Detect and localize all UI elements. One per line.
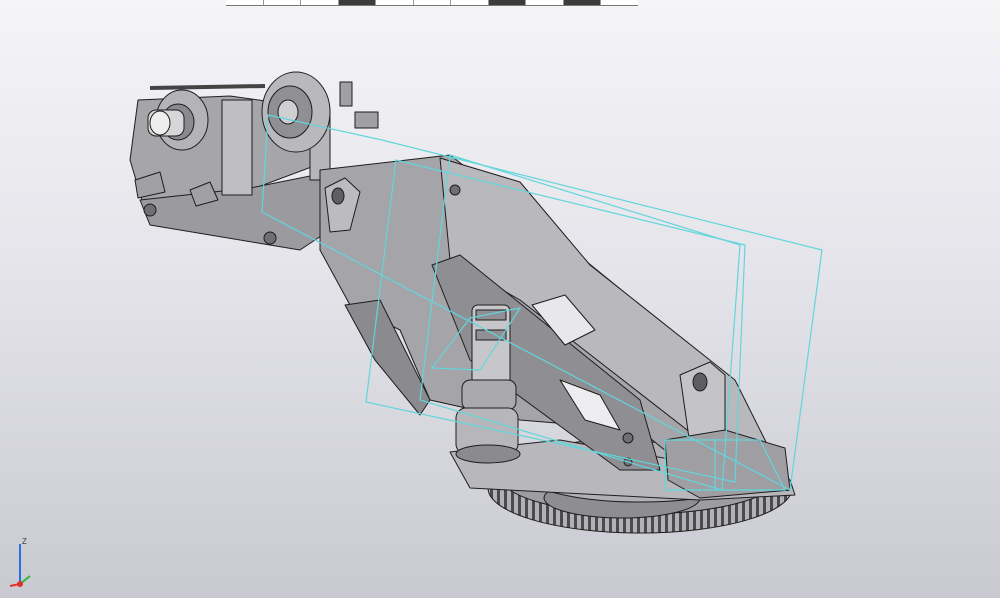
axis-origin-icon bbox=[17, 581, 23, 587]
crane-model[interactable] bbox=[129, 71, 796, 534]
winch-drum bbox=[261, 71, 331, 153]
axis-triad: Z bbox=[9, 537, 31, 587]
3d-viewport[interactable] bbox=[0, 0, 1000, 598]
z-axis-label: Z bbox=[22, 537, 27, 546]
